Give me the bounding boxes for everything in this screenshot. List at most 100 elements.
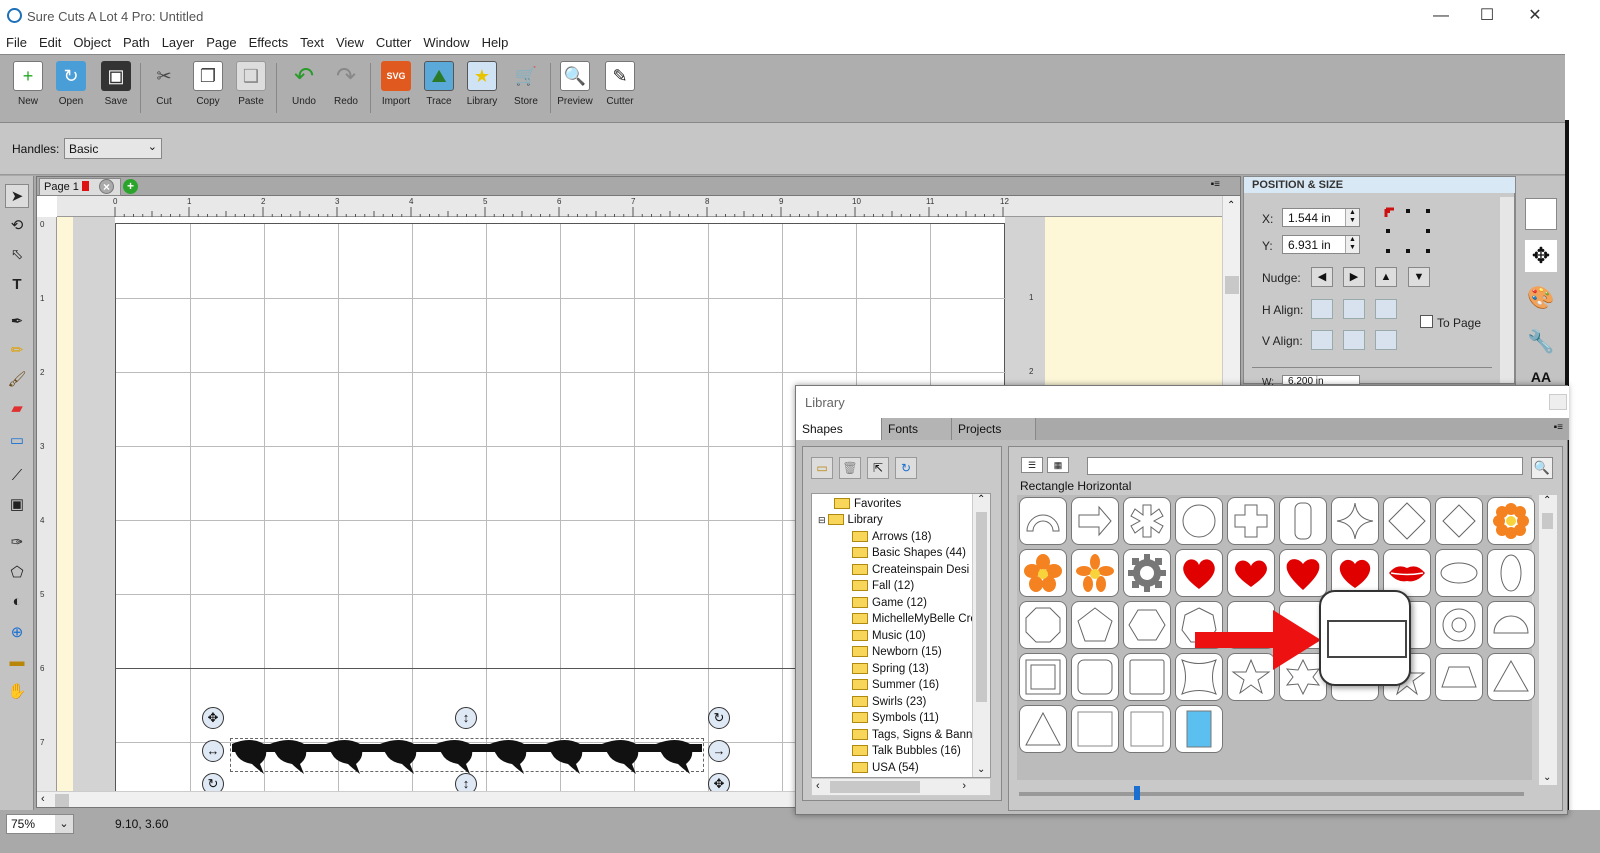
tree-item[interactable]: Createinspain Desi: [852, 564, 969, 580]
gradient-tool[interactable]: ▣: [5, 492, 29, 516]
panel-menu-icon[interactable]: ▪≡: [1211, 179, 1220, 190]
square-shape[interactable]: [1123, 653, 1171, 701]
scroll-thumb[interactable]: [55, 794, 69, 807]
tab-shapes[interactable]: Shapes: [796, 418, 882, 440]
rectangle-tool[interactable]: ▭: [5, 428, 29, 452]
rounded-rect-vertical-shape[interactable]: [1279, 497, 1327, 545]
library-button[interactable]: ★ Library: [460, 61, 504, 107]
red-heart-shape-2[interactable]: [1227, 549, 1275, 597]
save-button[interactable]: ▣ Save: [94, 61, 138, 107]
align-middle-icon[interactable]: [1343, 330, 1365, 350]
tree-item[interactable]: USA (54): [852, 762, 919, 777]
align-right-icon[interactable]: [1375, 299, 1397, 319]
square-frame-shape[interactable]: [1019, 653, 1067, 701]
copy-button[interactable]: ❐ Copy: [186, 61, 230, 107]
scroll-thumb[interactable]: [1542, 513, 1553, 529]
tab-fonts[interactable]: Fonts: [882, 418, 952, 440]
transform-tool[interactable]: ⬠: [5, 560, 29, 584]
red-heart-shape[interactable]: [1175, 549, 1223, 597]
move-handle[interactable]: ✥: [202, 707, 224, 729]
lace-border-shape[interactable]: [230, 736, 706, 776]
menu-effects[interactable]: Effects: [243, 32, 295, 53]
nudge-right-button[interactable]: ▶: [1343, 267, 1365, 287]
to-page-checkbox[interactable]: [1420, 315, 1433, 328]
scroll-up-icon[interactable]: ⌃: [977, 494, 985, 505]
light-blue-rectangle-shape[interactable]: [1175, 705, 1223, 753]
tab-projects[interactable]: Projects: [952, 418, 1036, 440]
scroll-left-icon[interactable]: ‹: [816, 780, 820, 792]
menu-cutter[interactable]: Cutter: [370, 32, 417, 53]
tree-item[interactable]: Arrows (18): [852, 531, 931, 547]
redo-button[interactable]: ↷ Redo: [324, 61, 368, 108]
scroll-thumb[interactable]: [830, 781, 920, 793]
scroll-up-icon[interactable]: ⌃: [1227, 200, 1235, 211]
resize-horizontal-handle-left[interactable]: ↔: [202, 740, 224, 762]
menu-path[interactable]: Path: [117, 32, 156, 53]
refresh-icon[interactable]: ↻: [895, 457, 917, 479]
thumbnail-size-slider[interactable]: [1019, 786, 1524, 800]
x-input[interactable]: 1.544 in ▲ ▼: [1282, 208, 1360, 227]
zoom-dropdown[interactable]: 75% ⌄: [6, 814, 74, 834]
scroll-down-icon[interactable]: ⌄: [977, 764, 985, 775]
preview-button[interactable]: 🔍 Preview: [553, 61, 597, 107]
move-position-icon[interactable]: ✥: [1525, 240, 1557, 272]
menu-layer[interactable]: Layer: [156, 32, 201, 53]
eyedropper-tool[interactable]: ⟋: [5, 463, 29, 487]
tree-item[interactable]: Music (10): [852, 630, 926, 646]
pencil-tool[interactable]: ✏: [5, 338, 29, 362]
menu-help[interactable]: Help: [476, 32, 515, 53]
align-left-icon[interactable]: [1311, 299, 1333, 319]
nudge-down-button[interactable]: ▼: [1408, 267, 1430, 287]
tree-item[interactable]: Swirls (23): [852, 696, 926, 712]
triangle-shape-2[interactable]: [1019, 705, 1067, 753]
nudge-up-button[interactable]: ▲: [1375, 267, 1397, 287]
import-button[interactable]: SVG Import: [374, 61, 418, 107]
node-edit-tool[interactable]: ⬁: [5, 242, 29, 266]
panel-scrollbar[interactable]: [1500, 197, 1514, 383]
menu-page[interactable]: Page: [200, 32, 242, 53]
orange-flower-shape[interactable]: [1071, 549, 1119, 597]
cut-button[interactable]: ✂ Cut: [142, 61, 186, 108]
arch-shape[interactable]: [1019, 497, 1067, 545]
panel-menu-icon[interactable]: ▪≡: [1554, 422, 1563, 433]
tree-item[interactable]: Game (12): [852, 597, 927, 613]
orange-flower-shape[interactable]: [1487, 497, 1535, 545]
tree-item[interactable]: Summer (16): [852, 679, 939, 695]
new-folder-icon[interactable]: ▭: [811, 457, 833, 479]
trace-button[interactable]: ⛰ Trace: [417, 61, 461, 107]
search-icon[interactable]: 🔍: [1531, 457, 1553, 479]
menu-window[interactable]: Window: [417, 32, 475, 53]
menu-file[interactable]: File: [0, 32, 33, 53]
slider-thumb[interactable]: [1134, 786, 1140, 800]
trapezoid-shape[interactable]: [1435, 653, 1483, 701]
nudge-left-button[interactable]: ◀: [1311, 267, 1333, 287]
shape-weld-tool[interactable]: ◐: [5, 589, 29, 613]
export-icon[interactable]: ⇱: [867, 457, 889, 479]
ring-shape[interactable]: [1435, 601, 1483, 649]
hand-pan-tool[interactable]: ✋: [5, 679, 29, 703]
rectangle-shape-2[interactable]: [1123, 705, 1171, 753]
tree-item[interactable]: MichelleMyBelle Cre: [852, 613, 977, 629]
store-button[interactable]: 🛒 Store: [504, 61, 548, 108]
text-tool[interactable]: T: [5, 272, 29, 296]
orange-flower-shape[interactable]: [1019, 549, 1067, 597]
eraser-tool[interactable]: ▰: [5, 396, 29, 420]
tree-item[interactable]: Talk Bubbles (16): [852, 745, 961, 761]
asterisk-shape[interactable]: [1123, 497, 1171, 545]
diamond-shape-2[interactable]: [1435, 497, 1483, 545]
scroll-thumb[interactable]: [976, 512, 987, 702]
ruler-tool[interactable]: ▬: [5, 649, 29, 673]
brush-tool[interactable]: 🖌: [5, 367, 29, 391]
resize-horizontal-handle-right[interactable]: →: [708, 740, 730, 762]
grid-view-icon[interactable]: ▦: [1047, 457, 1069, 473]
four-point-star-shape[interactable]: [1331, 497, 1379, 545]
reference-point-grid[interactable]: [1384, 207, 1434, 257]
knife-tool[interactable]: ✑: [5, 530, 29, 554]
arrow-shape[interactable]: [1071, 497, 1119, 545]
menu-view[interactable]: View: [330, 32, 370, 53]
rounded-square-shape[interactable]: [1071, 653, 1119, 701]
scroll-up-icon[interactable]: ⌃: [1543, 495, 1551, 506]
menu-text[interactable]: Text: [294, 32, 330, 53]
tree-item[interactable]: Favorites: [834, 498, 901, 514]
magnified-rectangle-horizontal-shape[interactable]: [1319, 590, 1411, 686]
